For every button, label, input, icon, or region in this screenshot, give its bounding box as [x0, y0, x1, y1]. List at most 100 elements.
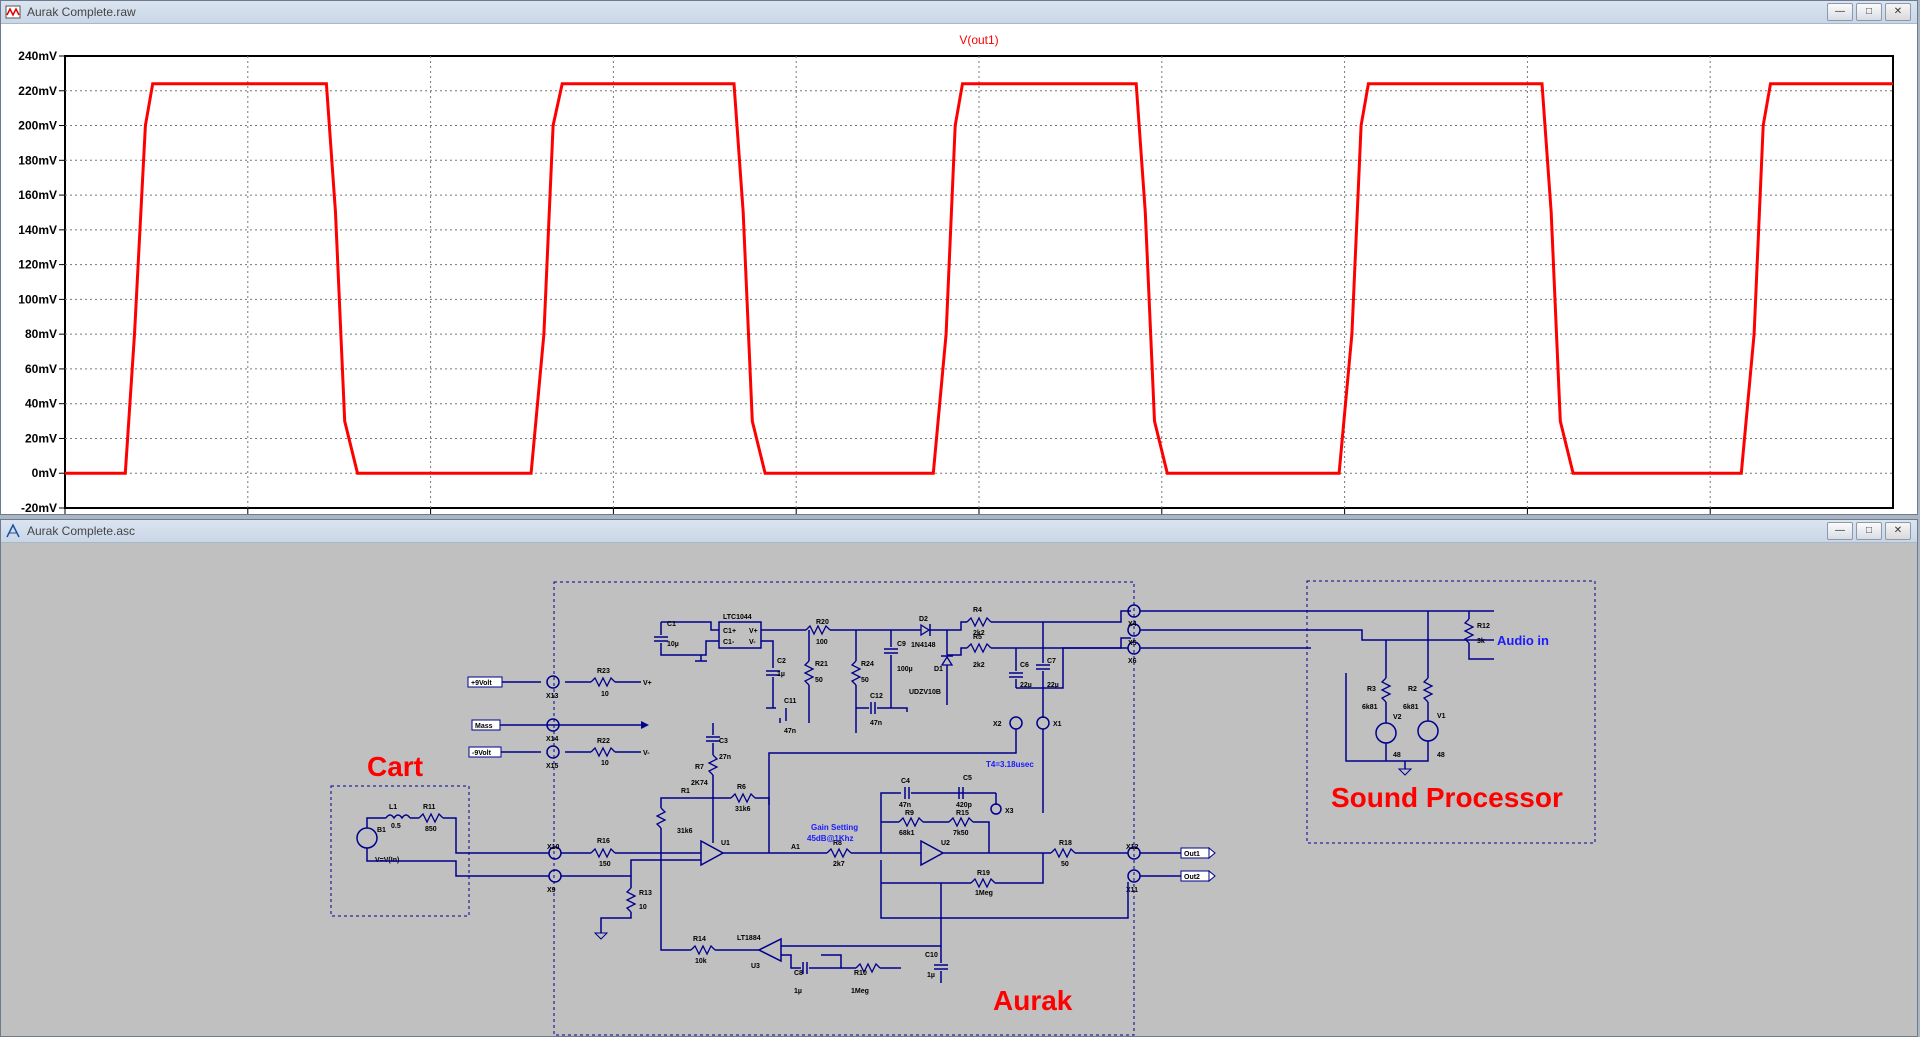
r3-value: 6k81	[1362, 704, 1378, 711]
r14-value: 10k	[695, 958, 707, 965]
y-tick-label: 240mV	[18, 49, 57, 63]
c9-value: 100µ	[897, 666, 913, 673]
pin-label: V+	[749, 628, 758, 635]
schematic-icon	[6, 523, 20, 538]
c5-value: 420p	[956, 802, 972, 809]
x5-label: X5	[1128, 640, 1137, 647]
x6-label: X6	[1128, 658, 1137, 665]
r1-value: 31k6	[677, 828, 693, 835]
r16-label: R16	[597, 838, 610, 845]
waveform-window-titlebar[interactable]: Aurak Complete.raw — □ ✕	[1, 1, 1917, 24]
restore-button[interactable]: □	[1856, 3, 1882, 21]
r23-value: 10	[601, 691, 609, 698]
r22-label: R22	[597, 738, 610, 745]
r11-value: 850	[425, 826, 437, 833]
minimize-button[interactable]: —	[1827, 522, 1853, 540]
waveform-window[interactable]: Aurak Complete.raw — □ ✕ 240mV 220mV 200mV…	[0, 0, 1918, 529]
d2-value: 1N4148	[911, 642, 936, 649]
y-tick-labels: 240mV 220mV 200mV 180mV 160mV 140mV 120mV 100mV…	[18, 49, 65, 515]
aurak-block[interactable]	[553, 581, 1135, 1036]
l1-label: L1	[389, 804, 397, 811]
aurak-label: Aurak	[993, 985, 1073, 1016]
y-tick-label: 180mV	[18, 153, 57, 167]
y-tick-label: 100mV	[18, 292, 57, 306]
restore-button[interactable]: □	[1856, 522, 1882, 540]
u1-label: U1	[721, 840, 730, 847]
b1-label: B1	[377, 827, 386, 834]
l1-value: 0.5	[391, 823, 401, 830]
r18-label: R18	[1059, 840, 1072, 847]
trace-legend-label[interactable]: V(out1)	[959, 33, 998, 47]
c8-value: 1µ	[794, 988, 802, 995]
r23-label: R23	[597, 668, 610, 675]
r15-label: R15	[956, 810, 969, 817]
y-tick-label: 20mV	[25, 431, 57, 445]
waveform-chart[interactable]: 240mV 220mV 200mV 180mV 160mV 140mV 120mV 100mV…	[1, 24, 1917, 529]
c1-value: 10µ	[667, 641, 679, 648]
schematic-window[interactable]: Aurak Complete.asc — □ ✕ .w { stroke:#00…	[0, 519, 1918, 1037]
r2-label: R2	[1408, 686, 1417, 693]
cart-circuit: B1 V=V(In) L1 0.5 R11 850	[356, 804, 549, 877]
r13-value: 10	[639, 904, 647, 911]
net-vplus: V+	[643, 680, 652, 687]
r9-value: 68k1	[899, 830, 915, 837]
schematic-canvas[interactable]: .w { stroke:#00008b; stroke-width:1.5; f…	[1, 543, 1917, 1036]
c8-label: C8	[794, 970, 803, 977]
c11-value: 47n	[784, 728, 796, 735]
cart-block[interactable]	[330, 785, 470, 917]
r2-value: 6k81	[1403, 704, 1419, 711]
a1-net-label: A1	[791, 844, 800, 851]
c4-value: 47n	[899, 802, 911, 809]
c3-label: C3	[719, 738, 728, 745]
net-label-mass[interactable]: Mass	[475, 723, 493, 730]
x9-label: X9	[547, 887, 556, 894]
d1-label: D1	[934, 666, 943, 673]
c11-label: C11	[784, 698, 797, 705]
net-label-out2[interactable]: Out2	[1184, 874, 1200, 881]
close-button[interactable]: ✕	[1885, 522, 1911, 540]
r4-label: R4	[973, 607, 982, 614]
sound-processor-circuit: Audio in R12 3k R3 6k81 V2 48 R2 6k81 V1…	[1345, 611, 1549, 776]
v1-label: V1	[1437, 713, 1446, 720]
r15-value: 7k50	[953, 830, 969, 837]
y-tick-label: 140mV	[18, 223, 57, 237]
d2-label: D2	[919, 616, 928, 623]
v2-value: 48	[1393, 752, 1401, 759]
schematic-window-titlebar[interactable]: Aurak Complete.asc — □ ✕	[1, 520, 1917, 543]
r9-label: R9	[905, 810, 914, 817]
c7-label: C7	[1047, 658, 1056, 665]
r7-value: 2K74	[691, 780, 708, 787]
x15-label: X15	[546, 763, 559, 770]
r3-label: R3	[1367, 686, 1376, 693]
close-button[interactable]: ✕	[1885, 3, 1911, 21]
r6-label: R6	[737, 784, 746, 791]
r11-label: R11	[423, 804, 436, 811]
waveform-window-title: Aurak Complete.raw	[27, 5, 136, 19]
c3-value: 27n	[719, 754, 731, 761]
c2-label: C2	[777, 658, 786, 665]
u2-opamp[interactable]	[920, 839, 945, 867]
x14-label: X14	[546, 736, 559, 743]
u2-label: U2	[941, 840, 950, 847]
waveform-plot-area[interactable]: 240mV 220mV 200mV 180mV 160mV 140mV 120mV 100mV…	[1, 24, 1917, 529]
r6-value: 31k6	[735, 806, 751, 813]
c12-label: C12	[870, 693, 883, 700]
r14-label: R14	[693, 936, 706, 943]
cart-label: Cart	[367, 751, 423, 782]
r20-value: 100	[816, 639, 828, 646]
r21-label: R21	[815, 661, 828, 668]
net-label-minus9[interactable]: -9Volt	[472, 750, 492, 757]
net-label-plus9[interactable]: +9Volt	[471, 680, 492, 687]
pin-label: C1-	[723, 639, 735, 646]
y-tick-label: 80mV	[25, 327, 57, 341]
r10-label: R10	[854, 970, 867, 977]
c4-label: C4	[901, 778, 910, 785]
net-label-out1[interactable]: Out1	[1184, 851, 1200, 858]
r7-label: R7	[695, 764, 704, 771]
r12-value: 3k	[1477, 638, 1485, 645]
u1-opamp[interactable]	[700, 839, 725, 867]
audio-in-label[interactable]: Audio in	[1497, 633, 1549, 648]
schematic-drawing[interactable]: .w { stroke:#00008b; stroke-width:1.5; f…	[1, 543, 1917, 1036]
u3-opamp[interactable]	[757, 937, 782, 963]
minimize-button[interactable]: —	[1827, 3, 1853, 21]
